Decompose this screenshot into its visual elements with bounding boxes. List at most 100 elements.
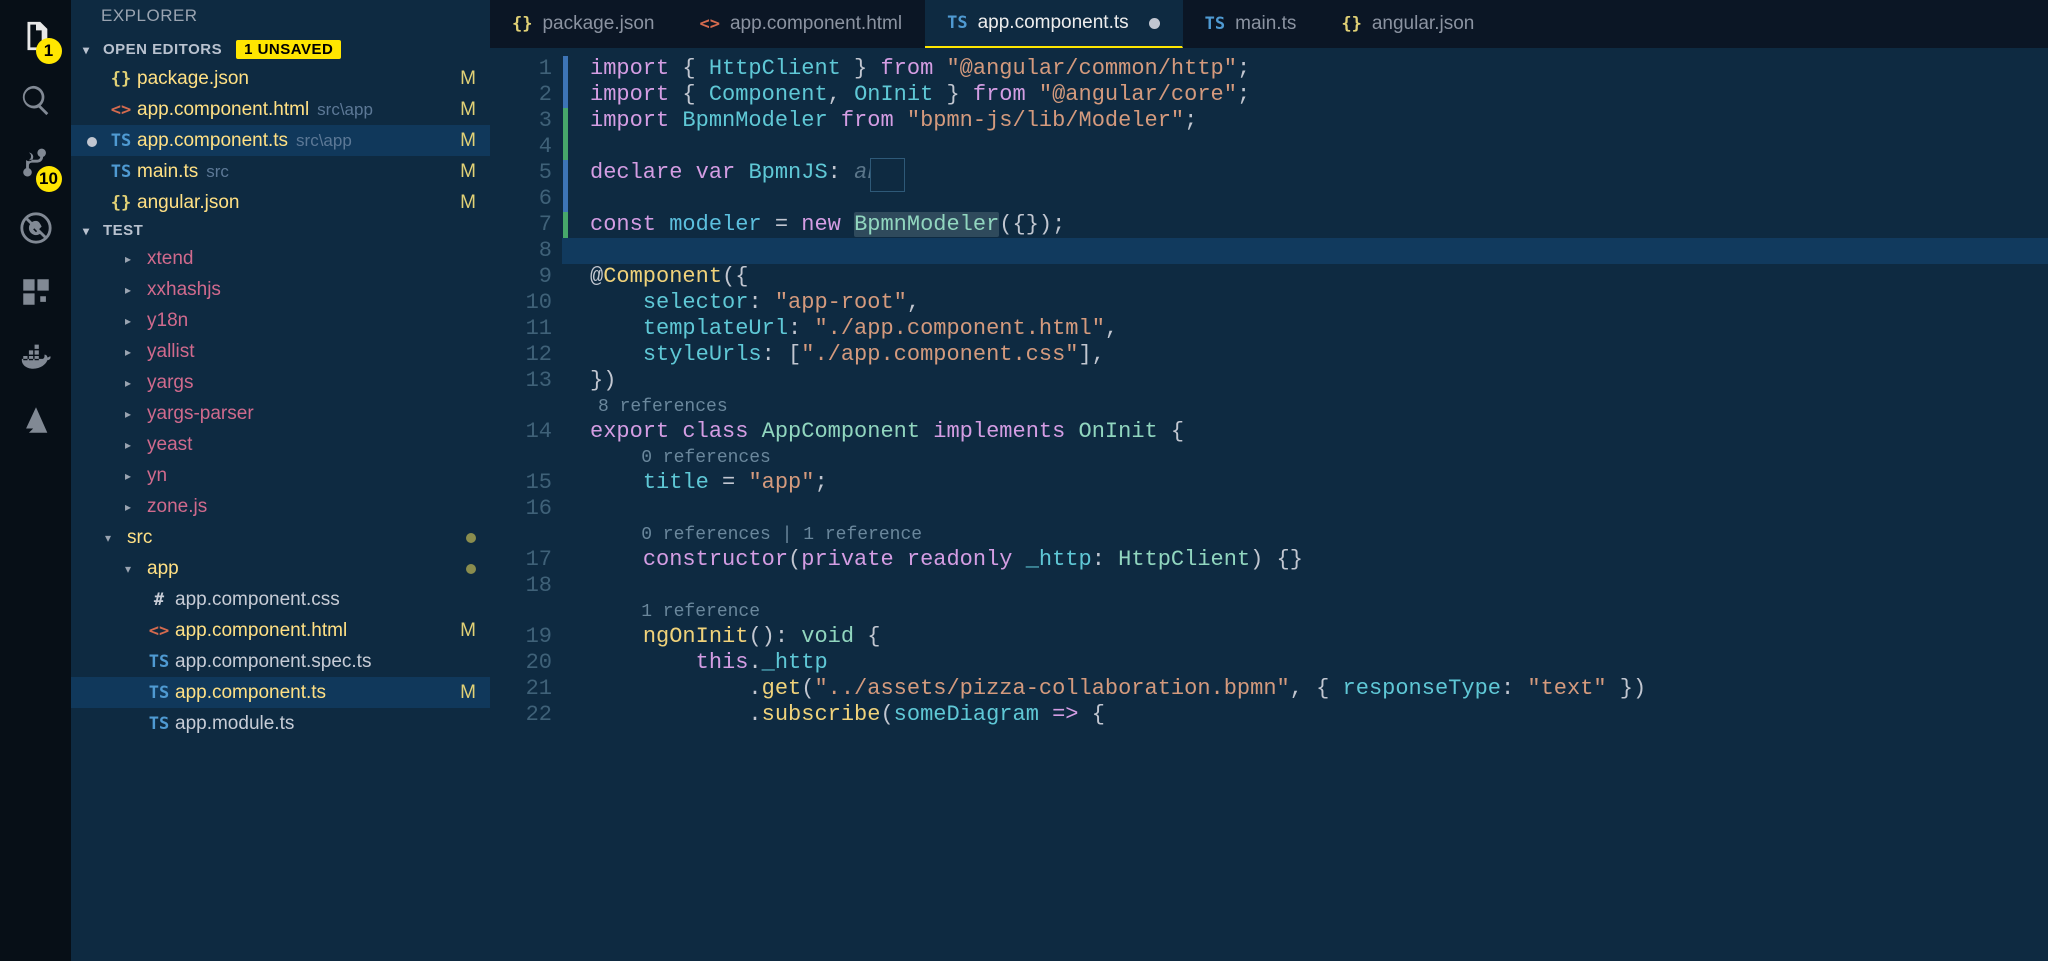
code-line[interactable]	[590, 573, 2048, 599]
item-label: zone.js	[147, 496, 207, 518]
code-line[interactable]: templateUrl: "./app.component.html",	[590, 316, 2048, 342]
file-item[interactable]: #app.component.css	[71, 584, 490, 615]
line-number[interactable]: 4	[490, 134, 562, 160]
code-line[interactable]: selector: "app-root",	[590, 290, 2048, 316]
open-editor-item[interactable]: TSapp.component.tssrc\appM	[71, 125, 490, 156]
code-line[interactable]: import { HttpClient } from "@angular/com…	[590, 56, 2048, 82]
git-status-badge: M	[460, 68, 476, 90]
folder-item[interactable]: ▸yargs	[71, 367, 490, 398]
folder-item[interactable]: ▸yargs-parser	[71, 398, 490, 429]
code-line[interactable]: const modeler = new BpmnModeler({});	[590, 212, 2048, 238]
editor-tab[interactable]: TSmain.ts	[1183, 0, 1320, 48]
code-line[interactable]	[562, 238, 2048, 264]
folder-item[interactable]: ▸yallist	[71, 336, 490, 367]
folder-item[interactable]: ▸xxhashjs	[71, 274, 490, 305]
code-line[interactable]: this._http	[590, 650, 2048, 676]
code-line[interactable]: styleUrls: ["./app.component.css"],	[590, 342, 2048, 368]
workspace-header[interactable]: ▾ TEST	[71, 218, 490, 243]
code-line[interactable]: ngOnInit(): void {	[590, 624, 2048, 650]
folder-item[interactable]: ▸xtend	[71, 243, 490, 274]
code-line[interactable]: .subscribe(someDiagram => {	[590, 702, 2048, 728]
line-number[interactable]: 13	[490, 368, 562, 394]
file-item[interactable]: TSapp.component.spec.ts	[71, 646, 490, 677]
code-line[interactable]: .get("../assets/pizza-collaboration.bpmn…	[590, 676, 2048, 702]
code-line[interactable]	[590, 134, 2048, 160]
code-line[interactable]	[590, 186, 2048, 212]
code-line[interactable]: constructor(private readonly _http: Http…	[590, 547, 2048, 573]
git-modified-dot-icon	[466, 533, 476, 543]
code-line[interactable]: @Component({	[590, 264, 2048, 290]
code-line[interactable]: export class AppComponent implements OnI…	[590, 419, 2048, 445]
line-number[interactable]: 20	[490, 650, 562, 676]
line-number[interactable]: 8	[490, 238, 562, 264]
open-editor-item[interactable]: {}package.jsonM	[71, 63, 490, 94]
line-number[interactable]: 18	[490, 573, 562, 599]
code-line[interactable]	[590, 496, 2048, 522]
folder-item[interactable]: ▸y18n	[71, 305, 490, 336]
line-number[interactable]: 16	[490, 496, 562, 522]
codelens-reference[interactable]: 0 references	[590, 445, 2048, 470]
file-name: app.component.html	[137, 99, 309, 121]
file-item[interactable]: TSapp.module.ts	[71, 708, 490, 739]
folder-item[interactable]: ▾app	[71, 553, 490, 584]
line-number[interactable]: 11	[490, 316, 562, 342]
file-item[interactable]: <>app.component.htmlM	[71, 615, 490, 646]
codelens-reference[interactable]: 1 reference	[590, 599, 2048, 624]
codelens-reference[interactable]: 8 references	[590, 394, 2048, 419]
editor-tab[interactable]: <>app.component.html	[677, 0, 925, 48]
line-number[interactable]: 5	[490, 160, 562, 186]
activity-search-icon[interactable]	[18, 82, 54, 118]
line-number[interactable]: 22	[490, 702, 562, 728]
git-status-badge: M	[460, 192, 476, 214]
codelens-reference[interactable]: 0 references | 1 reference	[590, 522, 2048, 547]
line-number[interactable]: 17	[490, 547, 562, 573]
line-number[interactable]: 15	[490, 470, 562, 496]
line-number[interactable]: 21	[490, 676, 562, 702]
line-number[interactable]: 10	[490, 290, 562, 316]
activity-files-icon[interactable]: 1	[18, 18, 54, 54]
line-number[interactable]: 1	[490, 56, 562, 82]
line-number[interactable]: 9	[490, 264, 562, 290]
activity-scm-icon[interactable]: 10	[18, 146, 54, 182]
open-editor-item[interactable]: {}angular.jsonM	[71, 187, 490, 218]
code-line[interactable]: declare var BpmnJS: any;	[590, 160, 2048, 186]
chevron-right-icon: ▸	[125, 376, 145, 390]
code-editor[interactable]: 12345678910111213141516171819202122 impo…	[490, 48, 2048, 961]
file-item[interactable]: TSapp.component.tsM	[71, 677, 490, 708]
line-number[interactable]: 12	[490, 342, 562, 368]
line-number[interactable]: 6	[490, 186, 562, 212]
open-editor-item[interactable]: TSmain.tssrcM	[71, 156, 490, 187]
code-line[interactable]: })	[590, 368, 2048, 394]
line-number[interactable]: 14	[490, 419, 562, 445]
file-type-icon: TS	[1205, 14, 1225, 34]
code-line[interactable]: import BpmnModeler from "bpmn-js/lib/Mod…	[590, 108, 2048, 134]
folder-item[interactable]: ▾src	[71, 522, 490, 553]
editor-tab[interactable]: {}package.json	[490, 0, 677, 48]
item-label: xtend	[147, 248, 193, 270]
code-content[interactable]: import { HttpClient } from "@angular/com…	[562, 48, 2048, 961]
folder-item[interactable]: ▸yeast	[71, 429, 490, 460]
activity-docker-icon[interactable]	[18, 338, 54, 374]
line-number[interactable]: 7	[490, 212, 562, 238]
editor-tab[interactable]: {}angular.json	[1319, 0, 1497, 48]
open-editors-header[interactable]: ▾ OPEN EDITORS 1 UNSAVED	[71, 36, 490, 63]
line-number[interactable]: 2	[490, 82, 562, 108]
open-editor-item[interactable]: <>app.component.htmlsrc\appM	[71, 94, 490, 125]
code-line[interactable]: import { Component, OnInit } from "@angu…	[590, 82, 2048, 108]
line-number[interactable]: 3	[490, 108, 562, 134]
dirty-indicator-icon	[1149, 18, 1160, 29]
editor-tab[interactable]: TSapp.component.ts	[925, 0, 1183, 48]
file-path: src	[206, 162, 229, 182]
file-type-icon: TS	[107, 131, 135, 151]
item-label: yargs-parser	[147, 403, 254, 425]
code-line[interactable]: title = "app";	[590, 470, 2048, 496]
file-type-icon: TS	[947, 13, 967, 33]
folder-item[interactable]: ▸yn	[71, 460, 490, 491]
activity-azure-icon[interactable]	[18, 402, 54, 438]
unsaved-badge: 1 UNSAVED	[236, 40, 341, 59]
item-label: yargs	[147, 372, 193, 394]
activity-debug-disabled-icon[interactable]	[18, 210, 54, 246]
folder-item[interactable]: ▸zone.js	[71, 491, 490, 522]
activity-extensions-icon[interactable]	[18, 274, 54, 310]
line-number[interactable]: 19	[490, 624, 562, 650]
